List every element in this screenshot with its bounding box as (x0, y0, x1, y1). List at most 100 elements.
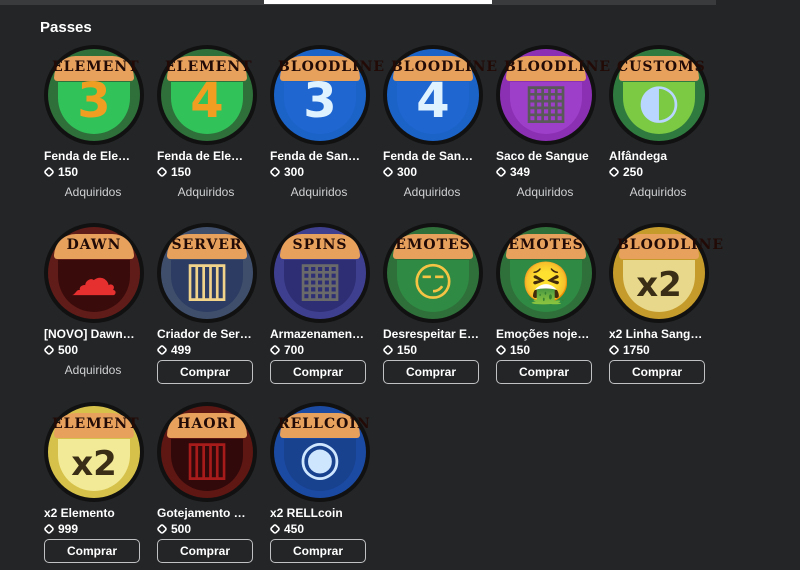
owned-label: Adquiridos (64, 363, 122, 377)
pass-badge[interactable]: BLOODLINE x2 (609, 223, 725, 323)
badge-label: ELEMENT (52, 416, 140, 432)
owned-label: Adquiridos (516, 185, 574, 199)
pass-price: 450 (269, 522, 305, 536)
buy-button[interactable]: Comprar (270, 539, 366, 563)
pass-badge[interactable]: BLOODLINE 4 (383, 45, 497, 145)
pass-price: 150 (495, 343, 531, 357)
robux-icon (156, 523, 168, 535)
pass-badge[interactable]: DAWN ☁ (44, 223, 144, 323)
pass-price: 250 (608, 165, 643, 179)
price-value: 499 (171, 343, 192, 357)
pass-badge[interactable]: BLOODLINE 3 (270, 45, 384, 145)
buy-button[interactable]: Comprar (270, 360, 366, 384)
pass-name[interactable]: Fenda de Ele… (44, 149, 156, 163)
pass-name[interactable]: [NOVO] Dawn… (44, 327, 156, 341)
badge-glyph-icon: 😏 (412, 260, 454, 306)
price-value: 349 (510, 165, 531, 179)
buy-button[interactable]: Comprar (157, 360, 253, 384)
pass-name[interactable]: Fenda de San… (270, 149, 382, 163)
pass-badge[interactable]: BLOODLINE ▦ (496, 45, 610, 145)
buy-button[interactable]: Comprar (383, 360, 479, 384)
badge-label: EMOTES (508, 237, 584, 253)
robux-icon (269, 166, 281, 178)
robux-icon (43, 523, 55, 535)
price-value: 700 (284, 343, 305, 357)
pass-name[interactable]: Emoções noje… (496, 327, 608, 341)
owned-label: Adquiridos (177, 185, 235, 199)
robux-icon (495, 344, 507, 356)
badge-label: BLOODLINE (617, 237, 725, 253)
badge-glyph-icon: ◉ (299, 430, 341, 486)
pass-price: 150 (156, 165, 191, 179)
price-value: 150 (510, 343, 531, 357)
buy-button[interactable]: Comprar (496, 360, 592, 384)
robux-icon (269, 523, 281, 535)
buy-button[interactable]: Comprar (157, 539, 253, 563)
robux-icon (156, 344, 168, 356)
badge-glyph-icon: ▦ (523, 73, 569, 129)
badge-glyph-icon: 3 (77, 73, 111, 129)
robux-icon (382, 166, 394, 178)
pass-price: 150 (382, 343, 418, 357)
price-value: 150 (397, 343, 418, 357)
badge-glyph-icon: ▥ (184, 251, 230, 307)
pass-badge[interactable]: EMOTES 🤮 (496, 223, 596, 323)
pass-price: 1750 (608, 343, 650, 357)
pass-badge[interactable]: RELLCOIN ◉ (270, 402, 370, 502)
buy-button[interactable]: Comprar (609, 360, 705, 384)
pass-name[interactable]: x2 Elemento (44, 506, 156, 520)
pass-badge[interactable]: SERVER ▥ (157, 223, 257, 323)
pass-badge[interactable]: ELEMENT x2 (44, 402, 144, 502)
pass-name[interactable]: Fenda de Ele… (157, 149, 269, 163)
badge-glyph-icon: 4 (416, 73, 450, 129)
price-value: 150 (58, 165, 79, 179)
pass-name[interactable]: Desrespeitar E… (383, 327, 495, 341)
active-tab-indicator (264, 0, 492, 4)
pass-badge[interactable]: HAORI ▥ (157, 402, 257, 502)
badge-glyph-icon: 🤮 (521, 260, 571, 306)
owned-label: Adquiridos (64, 185, 122, 199)
pass-badge[interactable]: ELEMENT 3 (44, 45, 144, 145)
owned-label: Adquiridos (290, 185, 348, 199)
owned-label: Adquiridos (403, 185, 461, 199)
pass-badge[interactable]: CUSTOMS ◐ (609, 45, 709, 145)
robux-icon (43, 166, 55, 178)
badge-glyph-icon: ☁ (70, 251, 118, 307)
robux-icon (43, 344, 55, 356)
pass-badge[interactable]: SPINS ▦ (270, 223, 370, 323)
pass-price: 500 (43, 343, 78, 357)
robux-icon (495, 166, 507, 178)
pass-price: 500 (156, 522, 192, 536)
badge-glyph-icon: 3 (303, 73, 337, 129)
badge-glyph-icon: 4 (190, 73, 224, 129)
price-value: 450 (284, 522, 305, 536)
badge-glyph-icon: ▦ (297, 251, 343, 307)
pass-name[interactable]: Criador de Ser… (157, 327, 269, 341)
pass-name[interactable]: Armazenamen… (270, 327, 382, 341)
pass-price: 300 (382, 165, 418, 179)
robux-icon (382, 344, 394, 356)
buy-button[interactable]: Comprar (44, 539, 140, 563)
badge-glyph-icon: ▥ (184, 430, 230, 486)
price-value: 1750 (623, 343, 650, 357)
robux-icon (608, 166, 620, 178)
pass-price: 499 (156, 343, 192, 357)
pass-badge[interactable]: EMOTES 😏 (383, 223, 483, 323)
pass-name[interactable]: Gotejamento … (157, 506, 269, 520)
pass-name[interactable]: Alfândega (609, 149, 721, 163)
badge-glyph-icon: x2 (636, 265, 682, 305)
pass-name[interactable]: x2 Linha Sang… (609, 327, 721, 341)
pass-name[interactable]: x2 RELLcoin (270, 506, 382, 520)
pass-price: 300 (269, 165, 305, 179)
pass-badge[interactable]: ELEMENT 4 (157, 45, 257, 145)
price-value: 500 (171, 522, 192, 536)
robux-icon (156, 166, 168, 178)
price-value: 300 (397, 165, 418, 179)
pass-price: 150 (43, 165, 79, 179)
price-value: 300 (284, 165, 305, 179)
badge-label: EMOTES (395, 237, 471, 253)
pass-name[interactable]: Saco de Sangue (496, 149, 608, 163)
owned-label: Adquiridos (629, 185, 687, 199)
pass-name[interactable]: Fenda de San… (383, 149, 495, 163)
badge-glyph-icon: ◐ (638, 73, 680, 129)
